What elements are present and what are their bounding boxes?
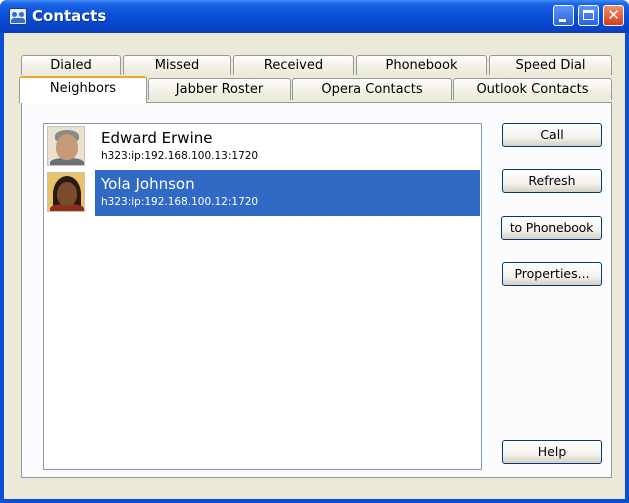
tab-received[interactable]: Received xyxy=(233,55,354,75)
contact-address: h323:ip:192.168.100.13:1720 xyxy=(101,150,259,162)
neighbors-tab-panel: Edward Erwine h323:ip:192.168.100.13:172… xyxy=(21,102,612,478)
call-button[interactable]: Call xyxy=(502,123,602,147)
dialog-client-area: Dialed Missed Received Phonebook Speed D… xyxy=(4,33,625,499)
tab-dialed[interactable]: Dialed xyxy=(21,55,121,75)
maximize-button[interactable] xyxy=(578,5,599,26)
minimize-button[interactable] xyxy=(553,5,574,26)
tab-missed[interactable]: Missed xyxy=(123,55,231,75)
contact-item-yola-johnson[interactable]: Yola Johnson h323:ip:192.168.100.12:1720 xyxy=(45,170,480,216)
title-bar[interactable]: Contacts ✕ xyxy=(0,0,629,33)
minimize-icon xyxy=(559,19,566,22)
tab-phonebook[interactable]: Phonebook xyxy=(356,55,487,75)
refresh-button[interactable]: Refresh xyxy=(502,169,602,193)
tab-neighbors[interactable]: Neighbors xyxy=(19,76,147,103)
to-phonebook-button[interactable]: to Phonebook xyxy=(501,216,602,240)
tab-speed-dial[interactable]: Speed Dial xyxy=(489,55,612,75)
contact-address: h323:ip:192.168.100.12:1720 xyxy=(101,196,259,208)
contact-item-edward-erwine[interactable]: Edward Erwine h323:ip:192.168.100.13:172… xyxy=(45,124,480,170)
properties-button[interactable]: Properties... xyxy=(502,262,602,286)
window-title: Contacts xyxy=(32,7,107,25)
contact-avatar xyxy=(47,172,85,212)
contacts-app-icon xyxy=(9,8,27,25)
contact-name: Edward Erwine xyxy=(101,129,213,147)
contacts-window: Contacts ✕ Dialed Missed Received Phoneb… xyxy=(0,0,629,503)
contact-avatar xyxy=(47,126,85,166)
close-button[interactable]: ✕ xyxy=(603,5,624,26)
tab-jabber-roster[interactable]: Jabber Roster xyxy=(148,78,291,100)
contact-name: Yola Johnson xyxy=(101,175,195,193)
contact-text: Edward Erwine h323:ip:192.168.100.13:172… xyxy=(95,124,480,170)
contact-text: Yola Johnson h323:ip:192.168.100.12:1720 xyxy=(95,170,480,216)
contacts-list[interactable]: Edward Erwine h323:ip:192.168.100.13:172… xyxy=(43,123,482,470)
close-icon: ✕ xyxy=(607,6,620,24)
tab-opera-contacts[interactable]: Opera Contacts xyxy=(292,78,452,100)
tab-outlook-contacts[interactable]: Outlook Contacts xyxy=(453,78,612,100)
maximize-icon xyxy=(583,10,594,20)
help-button[interactable]: Help xyxy=(502,440,602,464)
